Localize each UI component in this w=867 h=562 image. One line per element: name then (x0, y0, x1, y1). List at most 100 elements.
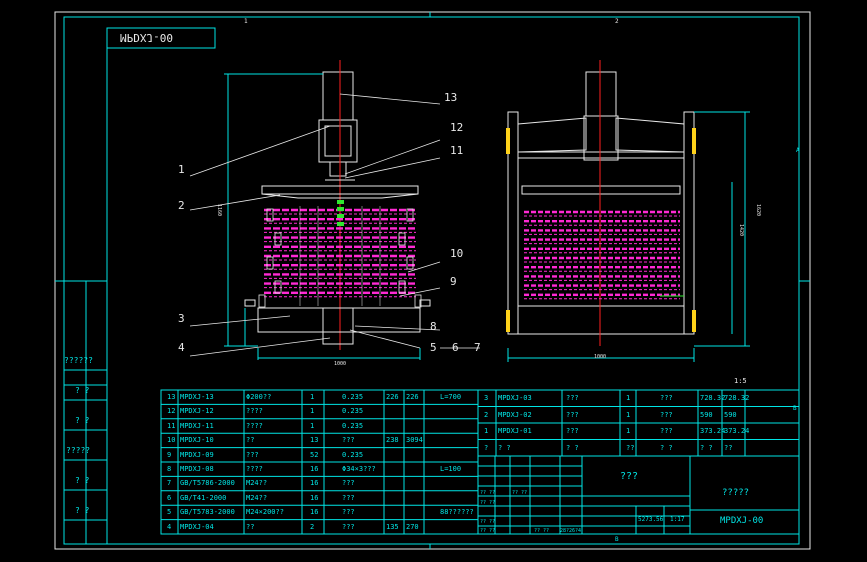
bom-left-cell: MPDXJ-04 (180, 522, 214, 531)
balloon-2: 2 (178, 199, 185, 212)
bom-left-cell: 1 (310, 393, 315, 401)
bom-right-cell: 590 (700, 410, 713, 419)
bom-left-cell: 8 (167, 465, 172, 473)
balloon-3: 3 (178, 312, 185, 325)
bom-right-cell: 728.32 (724, 394, 750, 402)
bom-left-cell: GB/T5783-2000 (180, 508, 235, 517)
bom-left-cell: 1 (310, 407, 315, 416)
bom-right-cell: ??? (566, 427, 579, 435)
bom-left-cell: 13 (310, 436, 319, 445)
bom-left-cell: 226 (386, 393, 399, 401)
bom-left-cell: 11 (167, 421, 176, 430)
bom-left-cell: Φ34×3??? (342, 465, 376, 473)
bom-right-cell: 590 (724, 410, 737, 419)
bom-right-cell: 1 (626, 410, 631, 419)
bom-right-cell: ??? (660, 427, 673, 435)
bom-left-cell: ??? (342, 508, 355, 517)
title-block-row-0: ?? ?? (480, 490, 496, 496)
bom-left-cell: 52 (310, 450, 319, 459)
leader-lines (189, 93, 480, 357)
left-stack-1: ? ? (75, 386, 90, 395)
bom-right-header-cell: ? ? (700, 443, 713, 452)
zone-mark-top-left: 1 (244, 18, 248, 25)
bom-left-cell: 4 (167, 522, 172, 531)
bom-left-cell: 16 (310, 479, 319, 488)
bom-left-cell: Φ200?? (246, 393, 272, 401)
bom-left-cell: MPDXJ-12 (180, 407, 214, 416)
bom-left-cell: MPDXJ-10 (180, 436, 214, 445)
inner-sheet-border (63, 16, 800, 545)
bom-left-cell: 5 (167, 508, 172, 517)
left-stack-0: ?????? (64, 356, 93, 365)
side-view (506, 60, 750, 362)
title-block-company: ????? (722, 488, 750, 498)
bom-left-cell: GB/T5786-2000 (180, 479, 235, 488)
balloon-11: 11 (450, 144, 464, 157)
bom-right-cell: 1 (626, 427, 631, 435)
title-block-drawing-no: MPDXJ-00 (720, 516, 764, 526)
bom-left-cell: 2 (310, 522, 315, 531)
bom-right-header-cell: ? ? (498, 443, 511, 452)
bom-left-cell: 10 (167, 436, 176, 445)
balloon-10: 10 (450, 247, 464, 260)
bom-left-cell: 0.235 (342, 393, 364, 401)
bom-right-cell: 373.24 (724, 427, 750, 435)
bom-right-cell: 2 (484, 410, 489, 419)
title-block-scale: 1:17 (670, 516, 685, 523)
bom-left-cell: M24?? (246, 479, 268, 488)
bom-left-cell: 16 (310, 465, 319, 473)
bom-right-cell: 3 (484, 394, 489, 402)
title-block-row-4: ?? ?? (480, 528, 496, 534)
bom-right-header-cell: ? ? (566, 443, 579, 452)
drawing-canvas: MPDXJ-00 1 2 B A B 1 2 3 4 5 6 7 8 9 10 … (0, 0, 867, 562)
left-stack-3: ????? (66, 446, 91, 455)
bom-right-cell: 728.32 (700, 394, 726, 402)
balloon-13: 13 (444, 91, 458, 104)
bom-right-header-cell: ?? (724, 443, 733, 452)
zone-mark-side-a: A (796, 147, 800, 154)
dim-front-height: 1160 (216, 203, 223, 217)
bom-left-cell: 16 (310, 493, 319, 502)
front-view (224, 60, 431, 360)
balloon-12: 12 (450, 121, 464, 134)
title-block-row-2: ?? ?? (480, 500, 496, 506)
title-block-name: ??? (620, 471, 639, 482)
bom-left-cell: ??? (342, 522, 355, 531)
bom-left-cell: MPDXJ-13 (180, 393, 214, 401)
balloon-9: 9 (450, 275, 457, 288)
balloon-6: 6 (452, 341, 459, 354)
balloon-7: 7 (474, 341, 481, 354)
bom-left-cell: 0.235 (342, 421, 364, 430)
bom-right-cell: 1 (626, 394, 631, 402)
bom-left-cell: M24×200?? (246, 508, 284, 517)
dim-side-inner: 1420 (738, 223, 745, 237)
bom-right-header-cell: ? ? (660, 443, 673, 452)
bom-right-cell: ??? (660, 394, 673, 402)
bom-left-cell: ??? (342, 479, 355, 488)
bom-left-cell: 238 (386, 436, 399, 445)
bom-left-cell: 1 (310, 421, 315, 430)
bom-left-cell: MPDXJ-08 (180, 465, 214, 473)
dim-side-height: 1620 (755, 203, 762, 217)
zone-mark-top-right: 2 (615, 18, 619, 25)
bom-left-cell: 12 (167, 407, 176, 416)
bom-right-header-cell: ?? (626, 443, 635, 452)
bom-right-cell: 373.24 (700, 427, 726, 435)
bom-left-cell: 13 (167, 393, 176, 401)
bom-left-cell: ???? (246, 421, 263, 430)
bom-left-cell: ??? (342, 493, 355, 502)
cad-drawing (54, 11, 811, 550)
balloon-1: 1 (178, 163, 185, 176)
bom-left-cell: L=100 (440, 465, 462, 473)
bom-left-cell: 9 (167, 450, 172, 459)
title-block-sheet: 28?26?4 (560, 528, 582, 534)
left-stack-2: ? ? (75, 416, 90, 425)
title-block-weight: 5273.56 (638, 516, 664, 523)
bom-left-cell: ??? (246, 450, 259, 459)
title-block-row-1: ?? ?? (512, 490, 528, 496)
bom-left-cell: ???? (246, 465, 263, 473)
bom-right-cell: ??? (566, 394, 579, 402)
side-plate-stack (524, 210, 680, 300)
bom-right-cell: 1 (484, 427, 489, 435)
left-stack-4: ? ? (75, 476, 90, 485)
